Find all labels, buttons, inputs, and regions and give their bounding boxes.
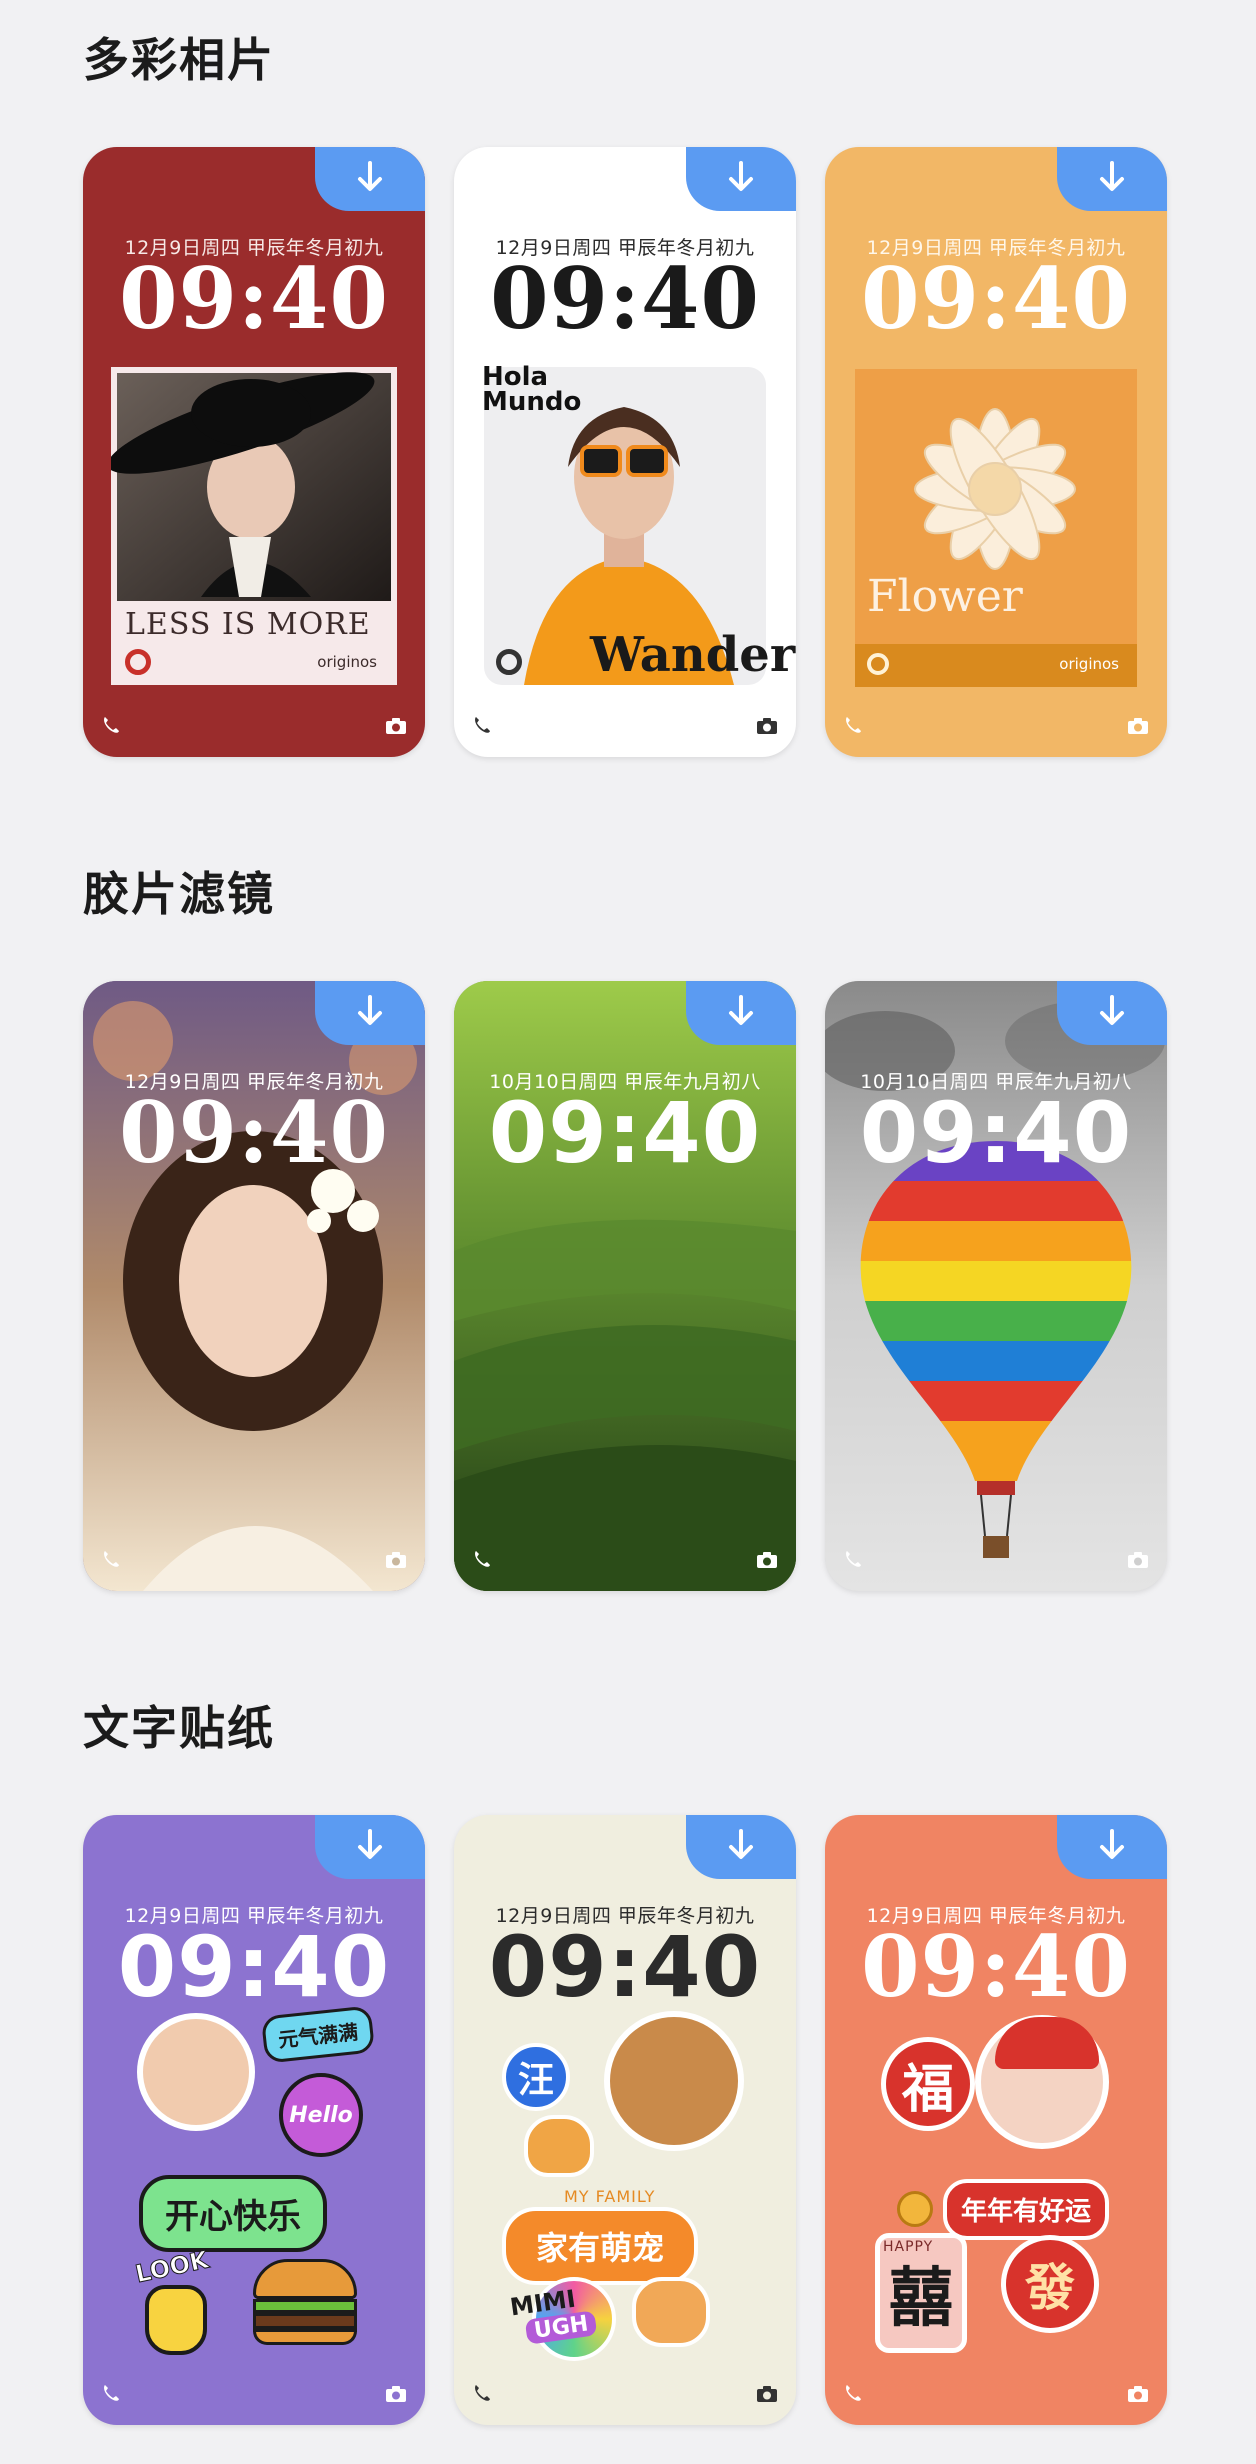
kid-photo xyxy=(137,2013,255,2131)
camera-icon xyxy=(385,717,407,739)
time-label: 09:40 xyxy=(117,1918,391,2016)
caption-text: Wander xyxy=(590,627,796,683)
camera-icon xyxy=(756,2385,778,2407)
shiba-sticker xyxy=(632,2277,710,2347)
phone-icon xyxy=(472,1549,492,1573)
brand-mark xyxy=(496,649,522,675)
download-button[interactable] xyxy=(315,1815,425,1879)
download-button[interactable] xyxy=(686,1815,796,1879)
section-colorful-photos: 多彩相片 12月9日周四 甲辰年冬月初九 09:40 LESS IS MORE xyxy=(0,0,1256,780)
section-title: 多彩相片 xyxy=(83,33,275,87)
camera-icon xyxy=(385,1551,407,1573)
brand-mark xyxy=(867,653,889,675)
brand-text: originos xyxy=(317,653,377,671)
download-button[interactable] xyxy=(1057,147,1167,211)
download-button[interactable] xyxy=(686,981,796,1045)
section-text-stickers: 文字贴纸 12月9日周四 甲辰年冬月初九 09:40 元气满满 Hello 开心… xyxy=(0,1668,1256,2464)
download-arrow-icon xyxy=(355,994,385,1032)
time-label: 09:40 xyxy=(119,249,389,348)
camera-icon xyxy=(1127,717,1149,739)
caption-text: LESS IS MORE xyxy=(125,607,371,642)
camera-icon xyxy=(1127,2385,1149,2407)
download-arrow-icon xyxy=(355,160,385,198)
section-title: 胶片滤镜 xyxy=(83,867,275,921)
section-film-filters: 胶片滤镜 12月9日周四 甲辰年冬月初九 09:40 10月10日周四 甲辰年九… xyxy=(0,834,1256,1614)
download-arrow-icon xyxy=(726,160,756,198)
burger-sticker xyxy=(253,2259,357,2345)
sticker-kaixin: 开心快乐 xyxy=(139,2175,327,2252)
brand-mark xyxy=(125,649,151,675)
wallpaper-card-pets[interactable]: 12月9日周四 甲辰年冬月初九 09:40 汪 MY FAMILY 家有萌宠 M… xyxy=(454,1815,796,2425)
wallpaper-card-happy-kid[interactable]: 12月9日周四 甲辰年冬月初九 09:40 元气满满 Hello 开心快乐 LO… xyxy=(83,1815,425,2425)
sticker-fa: 發 xyxy=(1001,2235,1099,2333)
side-text: Hola Mundo xyxy=(482,362,582,417)
sticker-fu: 福 xyxy=(881,2037,975,2131)
wallpaper-card-new-year[interactable]: 12月9日周四 甲辰年冬月初九 09:40 福 年年有好运 囍 HAPPY 發 xyxy=(825,1815,1167,2425)
phone-icon xyxy=(101,1549,121,1573)
wallpaper-card-flower[interactable]: 12月9日周四 甲辰年冬月初九 09:40 Flower originos xyxy=(825,147,1167,757)
wallpaper-card-balloon[interactable]: 10月10日周四 甲辰年九月初八 09:40 xyxy=(825,981,1167,1591)
sticker-yuanqi: 元气满满 xyxy=(260,2005,376,2064)
dog-photo xyxy=(604,2011,744,2151)
hand-sticker xyxy=(145,2285,207,2355)
download-button[interactable] xyxy=(315,147,425,211)
phone-icon xyxy=(101,715,121,739)
camera-icon xyxy=(756,1551,778,1573)
wallpaper-card-less-is-more[interactable]: 12月9日周四 甲辰年冬月初九 09:40 LESS IS MORE origi… xyxy=(83,147,425,757)
camera-icon xyxy=(1127,1551,1149,1573)
time-label: 09:40 xyxy=(119,1083,389,1182)
camera-icon xyxy=(756,717,778,739)
wallpaper-card-portrait[interactable]: 12月9日周四 甲辰年冬月初九 09:40 xyxy=(83,981,425,1591)
sticker-my-family: MY FAMILY xyxy=(564,2187,656,2206)
coin-sticker xyxy=(897,2191,933,2227)
download-button[interactable] xyxy=(1057,981,1167,1045)
wallpaper-card-green-hills[interactable]: 10月10日周四 甲辰年九月初八 09:40 xyxy=(454,981,796,1591)
sticker-wang: 汪 xyxy=(502,2043,570,2111)
sticker-hello: Hello xyxy=(279,2073,363,2157)
download-button[interactable] xyxy=(1057,1815,1167,1879)
download-arrow-icon xyxy=(1097,1828,1127,1866)
photo-frame xyxy=(855,369,1137,687)
download-arrow-icon xyxy=(726,1828,756,1866)
girl-photo xyxy=(975,2015,1109,2149)
cat-sticker xyxy=(524,2115,594,2177)
sticker-jiayou: 家有萌宠 xyxy=(502,2207,699,2285)
section-title: 文字贴纸 xyxy=(83,1701,275,1755)
phone-icon xyxy=(472,715,492,739)
sticker-happy: HAPPY xyxy=(883,2239,934,2255)
download-arrow-icon xyxy=(1097,994,1127,1032)
phone-icon xyxy=(472,2383,492,2407)
caption-text: Flower xyxy=(867,571,1023,622)
time-label: 09:40 xyxy=(490,249,760,348)
brand-text: originos xyxy=(1059,655,1119,673)
time-label: 09:40 xyxy=(861,249,1131,348)
phone-icon xyxy=(101,2383,121,2407)
time-label: 09:40 xyxy=(488,1918,762,2016)
time-label: 09:40 xyxy=(488,1084,762,1182)
phone-icon xyxy=(843,2383,863,2407)
sticker-nian: 年年有好运 xyxy=(943,2179,1110,2240)
time-label: 09:40 xyxy=(859,1084,1133,1182)
camera-icon xyxy=(385,2385,407,2407)
sticker-look: LOOK xyxy=(132,2245,211,2289)
wallpaper-card-wander[interactable]: Hola Mundo 12月9日周四 甲辰年冬月初九 09:40 Wander xyxy=(454,147,796,757)
download-arrow-icon xyxy=(1097,160,1127,198)
download-arrow-icon xyxy=(355,1828,385,1866)
download-arrow-icon xyxy=(726,994,756,1032)
download-button[interactable] xyxy=(315,981,425,1045)
phone-icon xyxy=(843,715,863,739)
download-button[interactable] xyxy=(686,147,796,211)
time-label: 09:40 xyxy=(861,1917,1131,2016)
phone-icon xyxy=(843,1549,863,1573)
